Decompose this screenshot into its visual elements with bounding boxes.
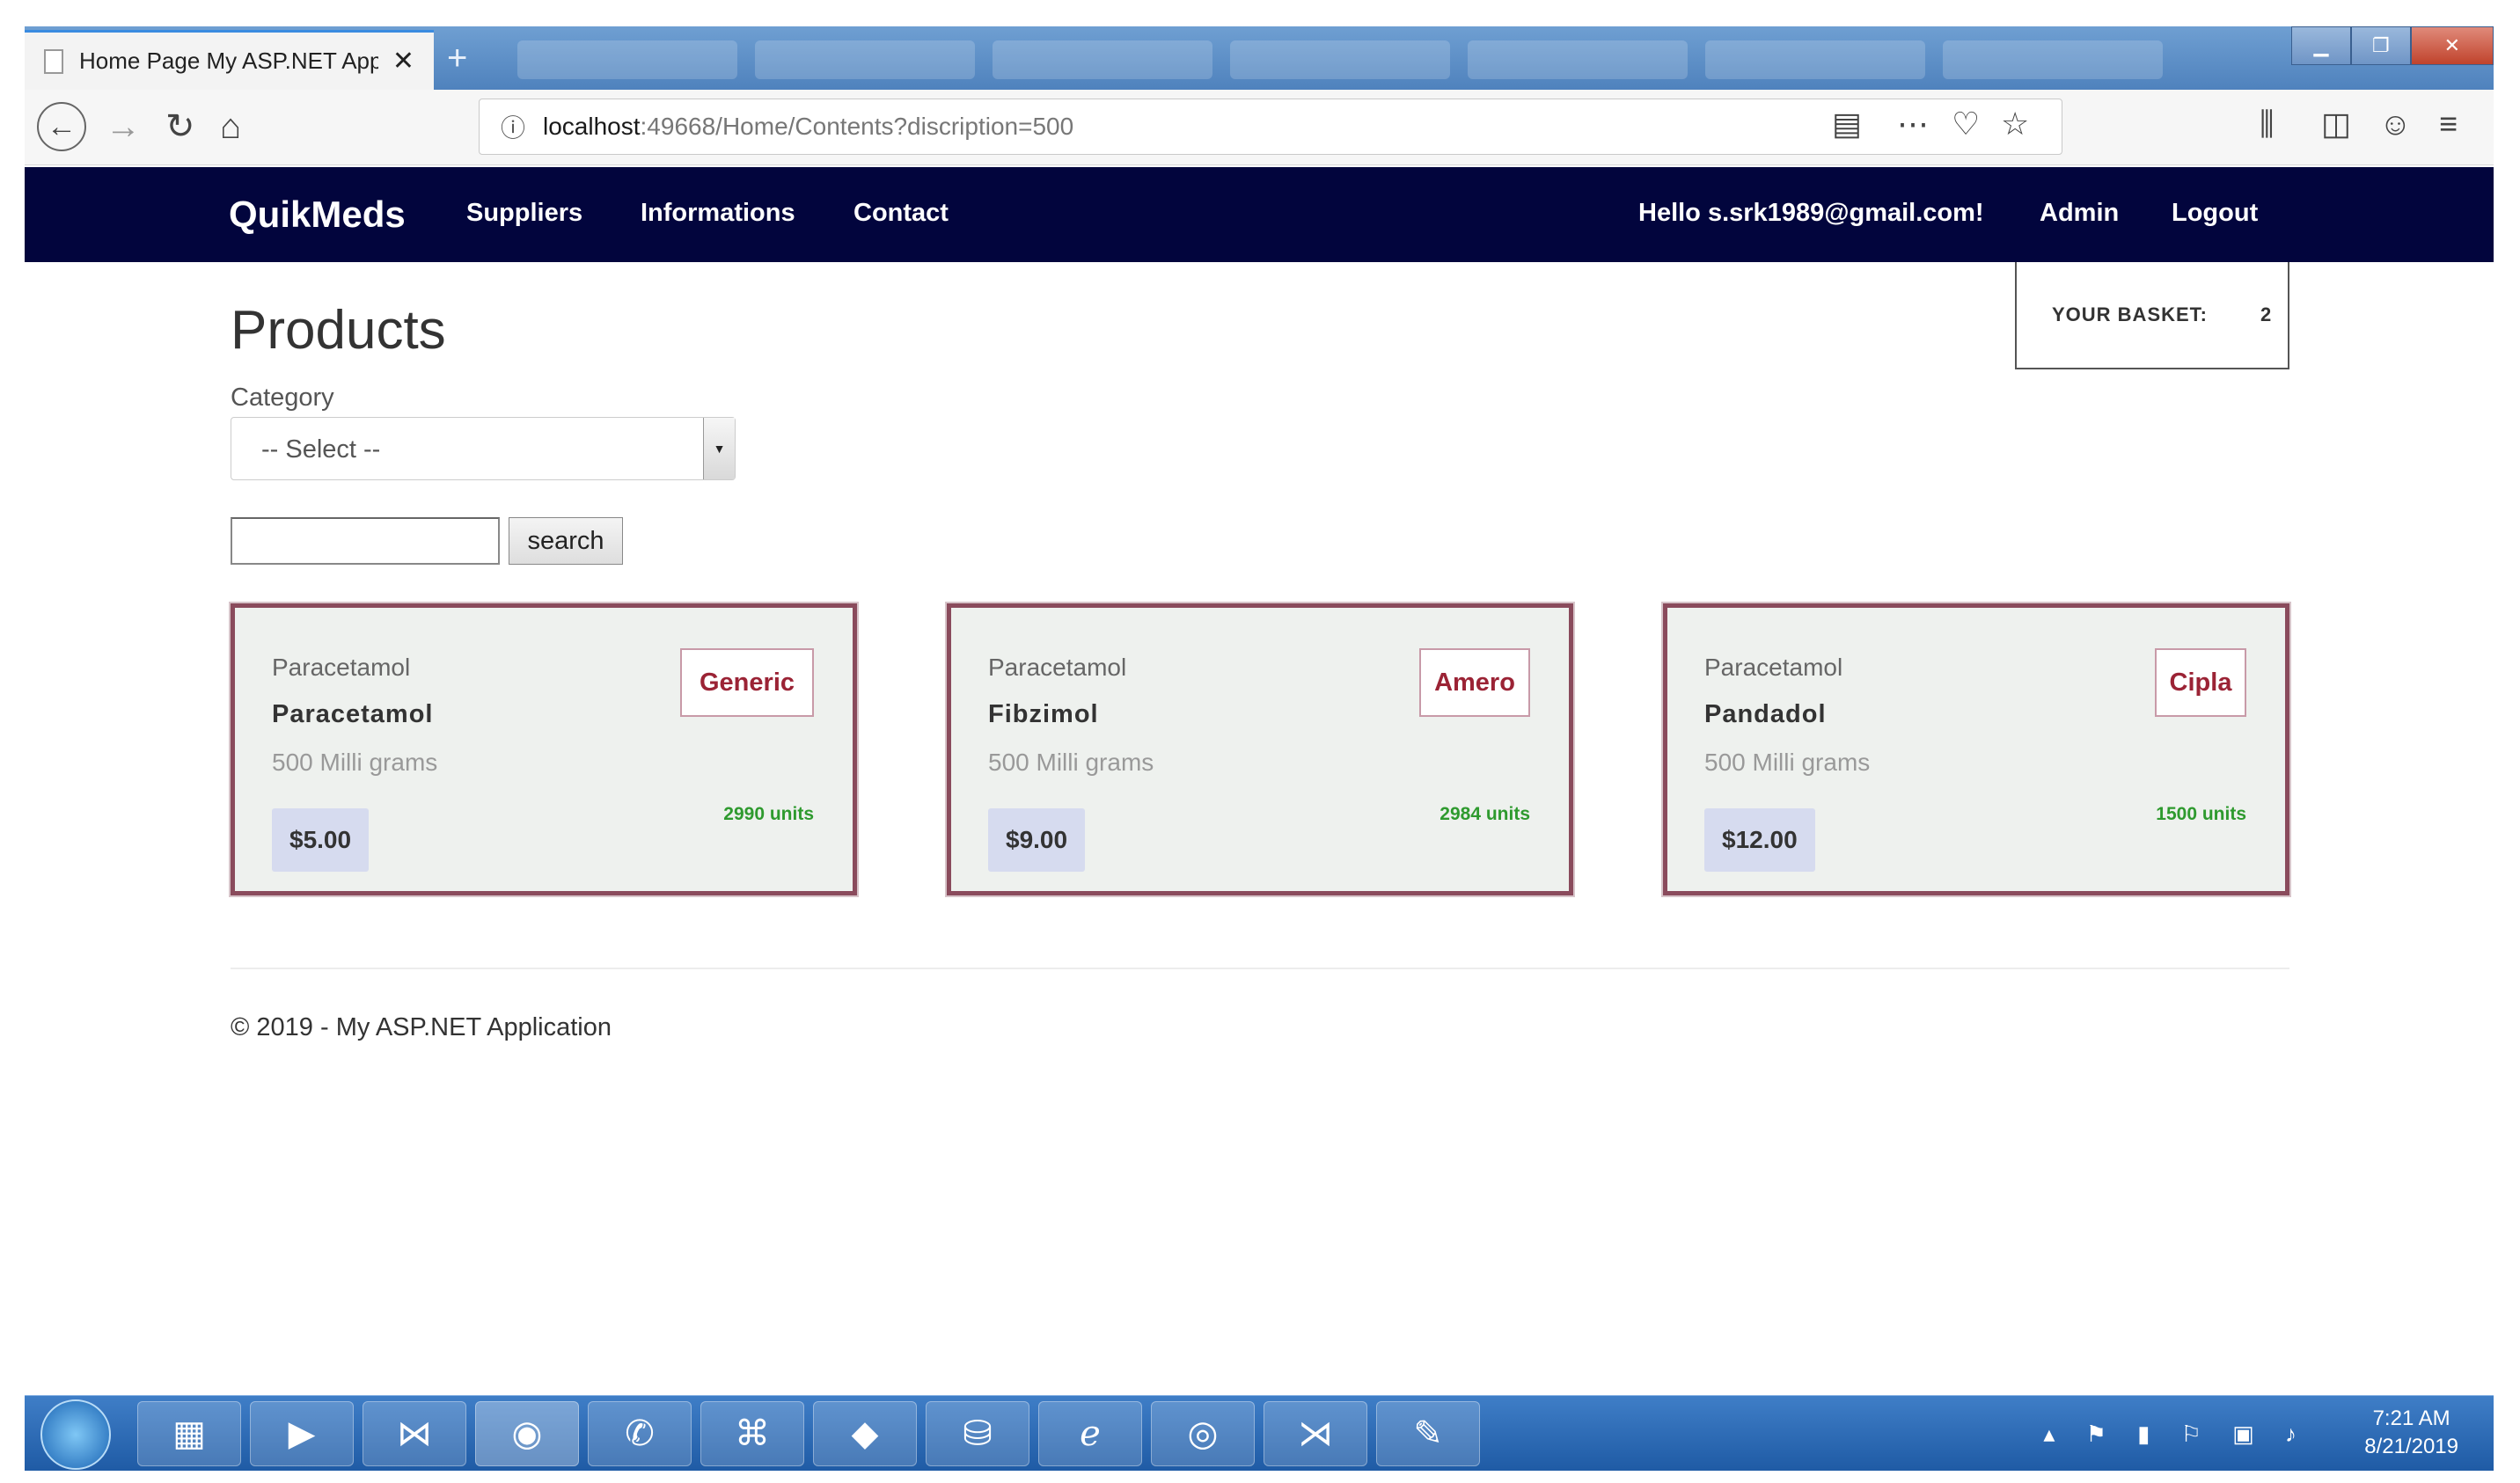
nav-logout[interactable]: Logout [2172, 199, 2258, 228]
search-button[interactable]: search [509, 517, 623, 565]
acrobat-icon[interactable]: ⌘ [700, 1401, 804, 1466]
file-explorer-icon[interactable]: ▦ [137, 1401, 241, 1466]
footer-copyright: © 2019 - My ASP.NET Application [231, 1013, 612, 1041]
product-card[interactable]: Paracetamol Pandadol 500 Milli grams Cip… [1663, 603, 2289, 895]
product-name: Paracetamol [272, 700, 434, 728]
site-info-icon[interactable]: ⓘ [501, 109, 525, 144]
window-controls: ▁ ❐ ✕ [2291, 26, 2494, 65]
browser-tab-active[interactable]: Home Page My ASP.NET Appli ✕ [25, 30, 434, 90]
price-button[interactable]: $5.00 [272, 808, 370, 872]
new-tab-icon[interactable]: + [447, 39, 467, 78]
basket-widget[interactable]: YOUR BASKET: 2 [2015, 262, 2289, 369]
nav-informations[interactable]: Informations [641, 199, 795, 228]
back-arrow-icon[interactable]: ← [37, 102, 86, 151]
brand-logo[interactable]: QuikMeds [229, 194, 406, 236]
forward-arrow-icon[interactable]: → [106, 106, 141, 148]
manufacturer-badge: Generic [680, 648, 814, 717]
manufacturer-badge: Amero [1419, 648, 1530, 717]
database-tool-icon[interactable]: ⛁ [926, 1401, 1029, 1466]
product-generic-name: Paracetamol [272, 654, 411, 681]
page-actions-icon[interactable]: ⋯ [1897, 106, 1929, 142]
address-bar[interactable]: ⓘ localhost :49668/Home/Contents?discrip… [479, 99, 2062, 155]
product-card[interactable]: Paracetamol Fibzimol 500 Milli grams Ame… [947, 603, 1573, 895]
product-dosage: 500 Milli grams [272, 749, 438, 776]
tab-title: Home Page My ASP.NET Appli [79, 47, 378, 74]
paint-icon[interactable]: ✎ [1376, 1401, 1480, 1466]
basket-label: YOUR BASKET: [2052, 303, 2209, 325]
media-player-icon[interactable]: ▶ [250, 1401, 354, 1466]
visual-studio-icon[interactable]: ⋊ [1264, 1401, 1367, 1466]
product-card[interactable]: Paracetamol Paracetamol 500 Milli grams … [231, 603, 857, 895]
tab-close-icon[interactable]: ✕ [392, 46, 414, 77]
clock-date: 8/21/2019 [2364, 1435, 2458, 1458]
system-clock[interactable]: 7:21 AM 8/21/2019 [2364, 1405, 2458, 1461]
browser-tab-background[interactable] [755, 40, 975, 79]
browser-tab-background[interactable] [1230, 40, 1450, 79]
url-path: :49668/Home/Contents?discription=500 [640, 113, 1074, 140]
product-generic-name: Paracetamol [1704, 654, 1843, 681]
product-dosage: 500 Milli grams [988, 749, 1154, 776]
bookmark-star-icon[interactable]: ☆ [2001, 106, 2029, 142]
chrome-icon[interactable]: ◎ [1151, 1401, 1255, 1466]
pocket-icon[interactable]: ♡ [1952, 106, 1980, 142]
browser-tab-background[interactable] [1943, 40, 2163, 79]
nav-contact[interactable]: Contact [853, 199, 949, 228]
category-label: Category [231, 384, 334, 412]
page-title: Products [231, 300, 446, 361]
category-selected-value: -- Select -- [261, 435, 381, 464]
basket-count: 2 [2260, 303, 2272, 325]
browser-tab-background[interactable] [993, 40, 1212, 79]
mail-app-icon[interactable]: ⋈ [363, 1401, 466, 1466]
product-dosage: 500 Milli grams [1704, 749, 1871, 776]
category-select[interactable]: -- Select -- ▼ [231, 417, 736, 480]
dropdown-arrow-icon[interactable]: ▼ [703, 418, 735, 479]
sidebar-icon[interactable]: ◫ [2321, 106, 2351, 142]
browser-toolbar: ← → ↻ ⌂ ⓘ localhost :49668/Home/Contents… [25, 90, 2494, 165]
close-window-button[interactable]: ✕ [2410, 26, 2494, 65]
url-host: localhost [543, 113, 641, 140]
system-tray-icons[interactable]: ▴ ⚑ ▮ ⚐ ▣ ♪ [2043, 1421, 2309, 1448]
git-icon[interactable]: ◆ [813, 1401, 917, 1466]
nav-admin[interactable]: Admin [2040, 199, 2119, 228]
price-button[interactable]: $9.00 [988, 808, 1086, 872]
user-greeting[interactable]: Hello s.srk1989@gmail.com! [1638, 199, 1984, 228]
browser-tab-background[interactable] [1468, 40, 1688, 79]
stock-units: 1500 units [2156, 804, 2246, 824]
product-generic-name: Paracetamol [988, 654, 1127, 681]
page-favicon-icon [44, 48, 63, 74]
manufacturer-badge: Cipla [2155, 648, 2246, 717]
site-navbar: QuikMeds Suppliers Informations Contact … [25, 167, 2494, 262]
internet-explorer-icon[interactable]: ℯ [1038, 1401, 1142, 1466]
maximize-button[interactable]: ❐ [2350, 26, 2411, 65]
product-name: Pandadol [1704, 700, 1827, 728]
browser-tab-background[interactable] [517, 40, 737, 79]
reload-icon[interactable]: ↻ [165, 106, 195, 148]
clock-time: 7:21 AM [2372, 1406, 2450, 1430]
nav-suppliers[interactable]: Suppliers [466, 199, 582, 228]
menu-icon[interactable]: ≡ [2439, 106, 2458, 142]
price-button[interactable]: $12.00 [1704, 808, 1815, 872]
whatsapp-icon[interactable]: ✆ [588, 1401, 692, 1466]
library-icon[interactable]: ⫼ [2260, 106, 2275, 143]
firefox-icon[interactable]: ◉ [475, 1401, 579, 1466]
start-button[interactable] [40, 1399, 111, 1470]
search-input[interactable] [231, 517, 500, 565]
minimize-button[interactable]: ▁ [2291, 26, 2351, 65]
home-icon[interactable]: ⌂ [220, 106, 241, 148]
browser-tab-strip: Home Page My ASP.NET Appli ✕ + ▁ ❐ ✕ [25, 26, 2494, 90]
product-name: Fibzimol [988, 700, 1099, 728]
os-taskbar: ▦ ▶ ⋈ ◉ ✆ ⌘ ◆ ⛁ ℯ ◎ ⋊ ✎ ▴ ⚑ ▮ ⚐ ▣ ♪ 7:21… [25, 1395, 2494, 1471]
stock-units: 2984 units [1439, 804, 1530, 824]
browser-tab-background[interactable] [1705, 40, 1925, 79]
account-icon[interactable]: ☺ [2379, 106, 2412, 142]
footer-divider [231, 968, 2289, 969]
reader-view-icon[interactable]: ▤ [1832, 106, 1862, 142]
stock-units: 2990 units [723, 804, 814, 824]
